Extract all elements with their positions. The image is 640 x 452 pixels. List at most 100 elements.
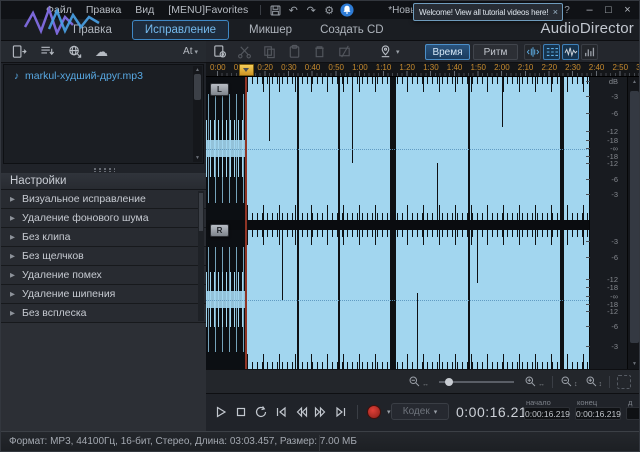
notification-bell-icon[interactable] bbox=[339, 2, 355, 18]
codec-button[interactable]: Кодек ▾ bbox=[391, 403, 449, 420]
scroll-up-icon[interactable]: ▲ bbox=[193, 67, 202, 73]
settings-list-item[interactable]: ▶ Удаление шипения bbox=[1, 285, 206, 304]
file-list-item[interactable]: ♪ markul-худший-друг.mp3 bbox=[4, 65, 203, 82]
module-tab[interactable]: Микшер bbox=[235, 21, 306, 39]
fit-to-window-icon[interactable] bbox=[617, 375, 631, 389]
fast-forward-button[interactable] bbox=[314, 405, 328, 419]
scroll-up-icon[interactable]: ▲ bbox=[628, 79, 640, 85]
settings-list-item[interactable]: ▶ Удаление фонового шума bbox=[1, 209, 206, 228]
menu-item[interactable]: [MENU]Favorites bbox=[161, 1, 255, 19]
left-channel-badge[interactable]: L bbox=[210, 83, 229, 96]
time-field-value[interactable]: 0: bbox=[626, 407, 640, 420]
file-list-scrollbar[interactable]: ▲ ▼ bbox=[193, 66, 202, 162]
record-options-chevron-icon[interactable]: ▾ bbox=[387, 408, 391, 416]
zoom-slider-handle[interactable] bbox=[445, 378, 453, 386]
view-toggle-button[interactable]: Время bbox=[425, 44, 470, 60]
settings-list-item[interactable]: ▶ Визуальное исправление bbox=[1, 190, 206, 209]
text-size-control[interactable]: At ▾ bbox=[183, 46, 198, 57]
module-tab[interactable]: Исправление bbox=[132, 20, 229, 40]
right-channel-badge[interactable]: R bbox=[210, 224, 229, 237]
chevron-down-icon: ▾ bbox=[194, 48, 198, 56]
zoom-in-horizontal-icon[interactable]: ↔ bbox=[524, 375, 545, 388]
settings-list-item[interactable]: ▶ Без всплеска bbox=[1, 304, 206, 323]
view-toggle-button[interactable]: Ритм bbox=[473, 44, 518, 60]
ruler-major-ticks bbox=[217, 71, 640, 76]
time-field-value[interactable]: 0:00:16.219 bbox=[524, 407, 570, 420]
cloud-icon[interactable]: ☁ bbox=[95, 44, 113, 60]
maximize-button[interactable]: □ bbox=[599, 4, 618, 16]
delete-icon[interactable] bbox=[312, 44, 328, 60]
expand-triangle-icon[interactable]: ▶ bbox=[10, 309, 15, 317]
media-file-list: ♪ markul-худший-друг.mp3 ▲ ▼ bbox=[3, 64, 204, 164]
zoom-out-horizontal-icon[interactable]: ↔ bbox=[408, 375, 429, 388]
play-button[interactable] bbox=[214, 405, 228, 419]
transport-bar: ▾ Кодек ▾ 0:00:16.219 начало 0:00:16.219… bbox=[206, 393, 640, 431]
scroll-down-icon[interactable]: ▼ bbox=[193, 155, 202, 161]
settings-item-label: Без клипа bbox=[22, 231, 70, 243]
expand-triangle-icon[interactable]: ▶ bbox=[10, 290, 15, 298]
go-to-end-button[interactable] bbox=[334, 405, 348, 419]
playhead-marker-flag[interactable] bbox=[239, 64, 254, 76]
menu-item[interactable]: Вид bbox=[128, 1, 161, 19]
download-sound-icon[interactable] bbox=[67, 44, 85, 59]
waveform-channel-right[interactable] bbox=[206, 230, 589, 369]
stretch-view-icon[interactable] bbox=[524, 44, 541, 60]
settings-item-label: Без всплеска bbox=[22, 307, 87, 319]
settings-list-item[interactable]: ▶ Без щелчков bbox=[1, 247, 206, 266]
chevron-down-icon[interactable]: ▾ bbox=[396, 48, 400, 56]
expand-triangle-icon[interactable]: ▶ bbox=[10, 233, 15, 241]
zoom-out-vertical-icon[interactable]: ↕ bbox=[560, 375, 578, 388]
marker-control[interactable]: ▾ bbox=[378, 44, 400, 60]
vertical-scrollbar[interactable]: ▲ ▼ bbox=[627, 77, 640, 369]
trim-icon[interactable] bbox=[337, 44, 353, 60]
multitrack-view-icon[interactable] bbox=[543, 44, 560, 60]
rewind-button[interactable] bbox=[294, 405, 308, 419]
grip-handle[interactable] bbox=[93, 168, 115, 172]
scrollbar-thumb[interactable] bbox=[194, 74, 201, 100]
scroll-down-icon[interactable]: ▼ bbox=[628, 361, 640, 367]
waveform-view-icon[interactable] bbox=[562, 44, 579, 60]
panel-divider[interactable] bbox=[1, 166, 206, 173]
paste-icon[interactable] bbox=[287, 44, 303, 60]
expand-triangle-icon[interactable]: ▶ bbox=[10, 214, 15, 222]
adjust-properties-icon[interactable] bbox=[212, 44, 228, 60]
save-icon[interactable] bbox=[267, 2, 283, 18]
redo-icon[interactable]: ↷ bbox=[303, 2, 319, 18]
timeline-ruler[interactable]: 0:000:100:200:300:400:501:001:101:201:30… bbox=[206, 63, 640, 77]
import-batch-icon[interactable] bbox=[39, 44, 57, 59]
settings-list-item[interactable]: ▶ Без клипа bbox=[1, 228, 206, 247]
marker-pin-icon bbox=[378, 44, 394, 60]
loop-button[interactable] bbox=[254, 405, 268, 419]
zoom-slider[interactable] bbox=[439, 381, 514, 383]
copy-icon[interactable] bbox=[262, 44, 278, 60]
expand-triangle-icon[interactable]: ▶ bbox=[10, 252, 15, 260]
settings-scrollbar[interactable] bbox=[198, 191, 204, 321]
time-field-value[interactable]: 0:00:16.219 bbox=[575, 407, 621, 420]
scrollbar-thumb[interactable] bbox=[199, 193, 203, 231]
import-file-icon[interactable] bbox=[11, 44, 29, 59]
expand-triangle-icon[interactable]: ▶ bbox=[10, 195, 15, 203]
zoom-in-vertical-icon[interactable]: ↕ bbox=[585, 375, 603, 388]
module-tab[interactable]: Создать CD bbox=[306, 21, 398, 39]
scrollbar-thumb[interactable] bbox=[630, 91, 639, 343]
waveform-display: L R dB-3-6-12-18-∞-18-12-6-3 -3-6-12-18-… bbox=[206, 77, 640, 369]
waveform-content[interactable]: L R bbox=[206, 77, 589, 369]
close-button[interactable]: × bbox=[618, 4, 637, 16]
time-field-label: д bbox=[626, 398, 640, 407]
go-to-start-button[interactable] bbox=[274, 405, 288, 419]
settings-list-item[interactable]: ▶ Удаление помех bbox=[1, 266, 206, 285]
expand-triangle-icon[interactable]: ▶ bbox=[10, 271, 15, 279]
undo-icon[interactable]: ↶ bbox=[285, 2, 301, 18]
time-field-label: конец bbox=[575, 398, 621, 407]
record-button[interactable] bbox=[367, 405, 381, 419]
minimize-button[interactable]: – bbox=[580, 4, 599, 16]
brand-logo-text: AudioDirector bbox=[541, 20, 634, 37]
stop-button[interactable] bbox=[234, 405, 248, 419]
spectrum-view-icon[interactable] bbox=[581, 44, 598, 60]
tooltip-close-icon[interactable]: × bbox=[549, 7, 562, 17]
waveform-channel-left[interactable] bbox=[206, 77, 589, 220]
cut-icon[interactable] bbox=[237, 44, 253, 60]
db-scale-label: -6 bbox=[595, 254, 618, 261]
time-field: начало 0:00:16.219 bbox=[524, 398, 570, 420]
settings-gear-icon[interactable]: ⚙ bbox=[321, 2, 337, 18]
